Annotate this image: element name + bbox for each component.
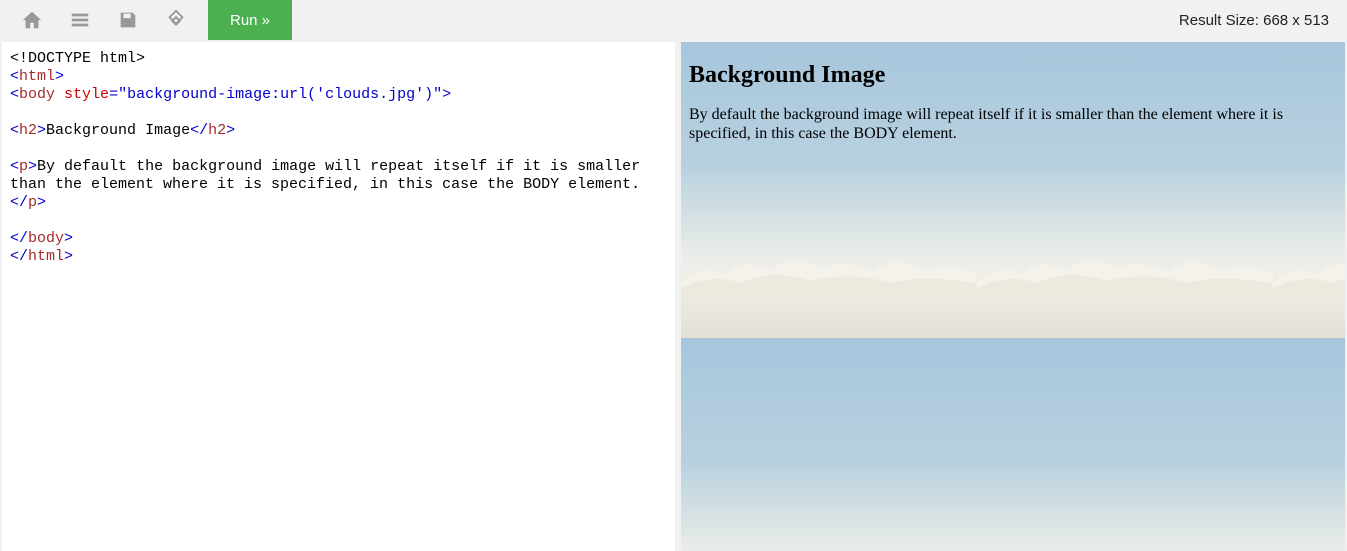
code-tag: body: [19, 86, 55, 103]
code-eq: =: [109, 86, 118, 103]
code-tag: h2: [208, 122, 226, 139]
rotate-icon[interactable]: [152, 0, 200, 40]
toolbar: Run » Result Size: 668 x 513: [0, 0, 1347, 40]
code-br: </: [10, 194, 28, 211]
code-val: "background-image:url('clouds.jpg')": [118, 86, 442, 103]
code-doctype: <!DOCTYPE html>: [10, 50, 145, 67]
code-text: By default the background image will rep…: [10, 158, 649, 193]
code-br: </: [10, 248, 28, 265]
home-icon[interactable]: [8, 0, 56, 40]
code-br: >: [55, 68, 64, 85]
code-tag: p: [28, 194, 37, 211]
code-br: <: [10, 68, 19, 85]
code-br: >: [64, 230, 73, 247]
run-button[interactable]: Run »: [208, 0, 292, 40]
toolbar-left: Run »: [8, 0, 292, 40]
code-tag: p: [19, 158, 28, 175]
code-attr: style: [64, 86, 109, 103]
preview-heading: Background Image: [689, 62, 1337, 89]
preview-content: Background Image By default the backgrou…: [681, 42, 1345, 551]
code-tag: body: [28, 230, 64, 247]
result-size-value: 668 x 513: [1263, 12, 1329, 29]
code-text: Background Image: [46, 122, 190, 139]
code-br: </: [190, 122, 208, 139]
code-br: >: [442, 86, 451, 103]
code-br: <: [10, 158, 19, 175]
menu-icon[interactable]: [56, 0, 104, 40]
code-tag: html: [19, 68, 55, 85]
preview-paragraph: By default the background image will rep…: [689, 105, 1337, 143]
code-br: >: [28, 158, 37, 175]
code-br: >: [64, 248, 73, 265]
code-br: <: [10, 86, 19, 103]
main: <!DOCTYPE html> <html> <body style="back…: [0, 40, 1347, 551]
code-br: >: [37, 122, 46, 139]
preview-pane: Background Image By default the backgrou…: [681, 42, 1345, 551]
save-icon[interactable]: [104, 0, 152, 40]
result-size-label: Result Size:: [1179, 12, 1259, 29]
result-size: Result Size: 668 x 513: [1179, 12, 1339, 29]
code-br: >: [226, 122, 235, 139]
code-tag: html: [28, 248, 64, 265]
code-tag: h2: [19, 122, 37, 139]
code-editor[interactable]: <!DOCTYPE html> <html> <body style="back…: [2, 42, 675, 551]
code-br: >: [37, 194, 46, 211]
code-br: <: [10, 122, 19, 139]
code-br: </: [10, 230, 28, 247]
